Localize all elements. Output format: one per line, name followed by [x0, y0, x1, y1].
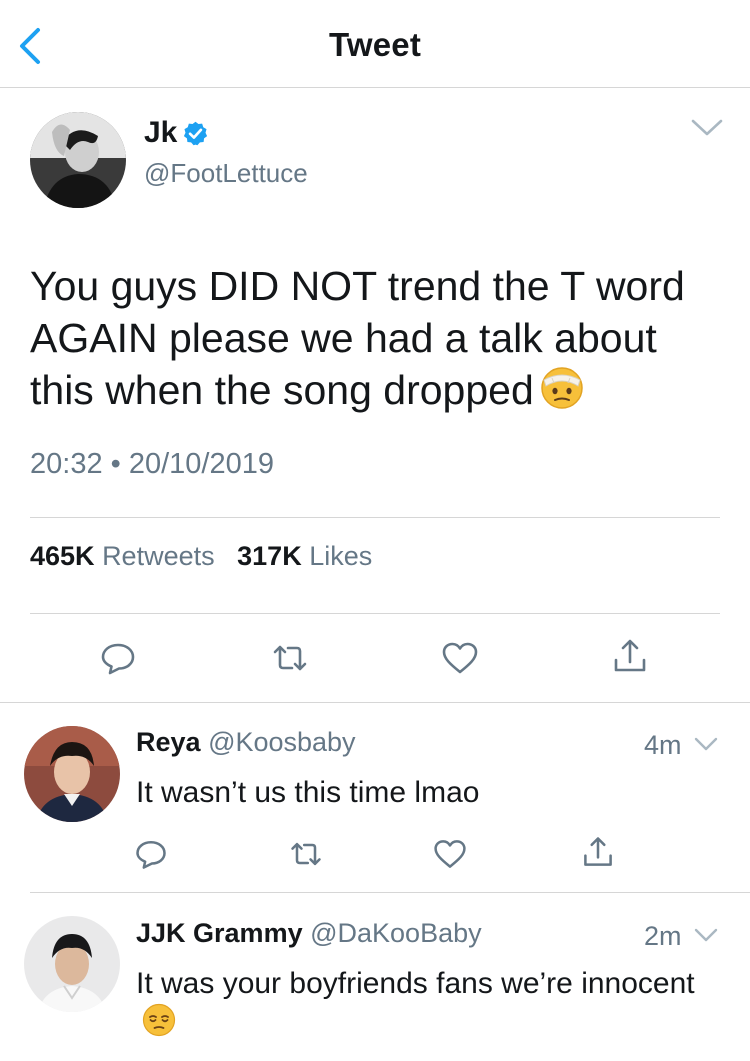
- like-icon[interactable]: [440, 638, 480, 678]
- retweets-count[interactable]: 465K: [30, 541, 95, 571]
- chevron-down-icon[interactable]: [694, 737, 718, 753]
- chevron-down-icon[interactable]: [694, 928, 718, 944]
- likes-label[interactable]: Likes: [309, 541, 372, 571]
- share-icon[interactable]: [580, 834, 616, 870]
- bandaged-face-emoji: [540, 366, 584, 422]
- reply-avatar[interactable]: [24, 726, 120, 822]
- reply-name-row: JJK Grammy @DaKooBaby: [136, 918, 482, 949]
- verified-badge-icon: [184, 121, 208, 145]
- author-name-row: Jk: [144, 116, 209, 150]
- chevron-down-icon[interactable]: [690, 118, 724, 138]
- reply-handle[interactable]: @Koosbaby: [208, 727, 356, 757]
- divider: [30, 892, 750, 893]
- like-icon[interactable]: [432, 836, 468, 872]
- reply-icon[interactable]: [98, 638, 138, 678]
- page-title: Tweet: [328, 26, 422, 63]
- divider: [30, 517, 720, 518]
- reply-time: 4m: [644, 730, 682, 760]
- reply-handle[interactable]: @DaKooBaby: [310, 918, 482, 948]
- tweet-text: You guys DID NOT trend the T word AGAIN …: [30, 260, 730, 422]
- reply-name-row: Reya @Koosbaby: [136, 727, 356, 758]
- reply-avatar[interactable]: [24, 916, 120, 1012]
- pensive-face-emoji: [142, 1003, 176, 1047]
- reply-icon[interactable]: [133, 836, 169, 872]
- reply-text-content: It was your boyfriends fans we’re innoce…: [136, 967, 695, 1000]
- reply-text: It wasn’t us this time lmao: [136, 776, 480, 809]
- tweet-timestamp[interactable]: 20:32 • 20/10/2019: [30, 448, 274, 481]
- reply-text: It was your boyfriends fans we’re innoce…: [136, 965, 716, 1047]
- tweet-text-content: You guys DID NOT trend the T word AGAIN …: [30, 263, 685, 413]
- divider: [0, 702, 750, 703]
- retweets-label[interactable]: Retweets: [102, 541, 215, 571]
- author-avatar[interactable]: [30, 112, 126, 208]
- author-display-name[interactable]: Jk: [144, 116, 177, 150]
- retweet-icon[interactable]: [288, 836, 324, 872]
- author-handle[interactable]: @FootLettuce: [144, 158, 308, 189]
- top-bar: Tweet: [0, 0, 750, 88]
- share-icon[interactable]: [610, 636, 650, 676]
- likes-count[interactable]: 317K: [237, 541, 302, 571]
- reply-display-name[interactable]: Reya: [136, 727, 201, 757]
- divider: [30, 613, 720, 614]
- reply-time: 2m: [644, 921, 682, 951]
- retweet-icon[interactable]: [270, 638, 310, 678]
- reply-display-name[interactable]: JJK Grammy: [136, 918, 303, 948]
- tweet-stats: 465K Retweets 317K Likes: [30, 541, 372, 572]
